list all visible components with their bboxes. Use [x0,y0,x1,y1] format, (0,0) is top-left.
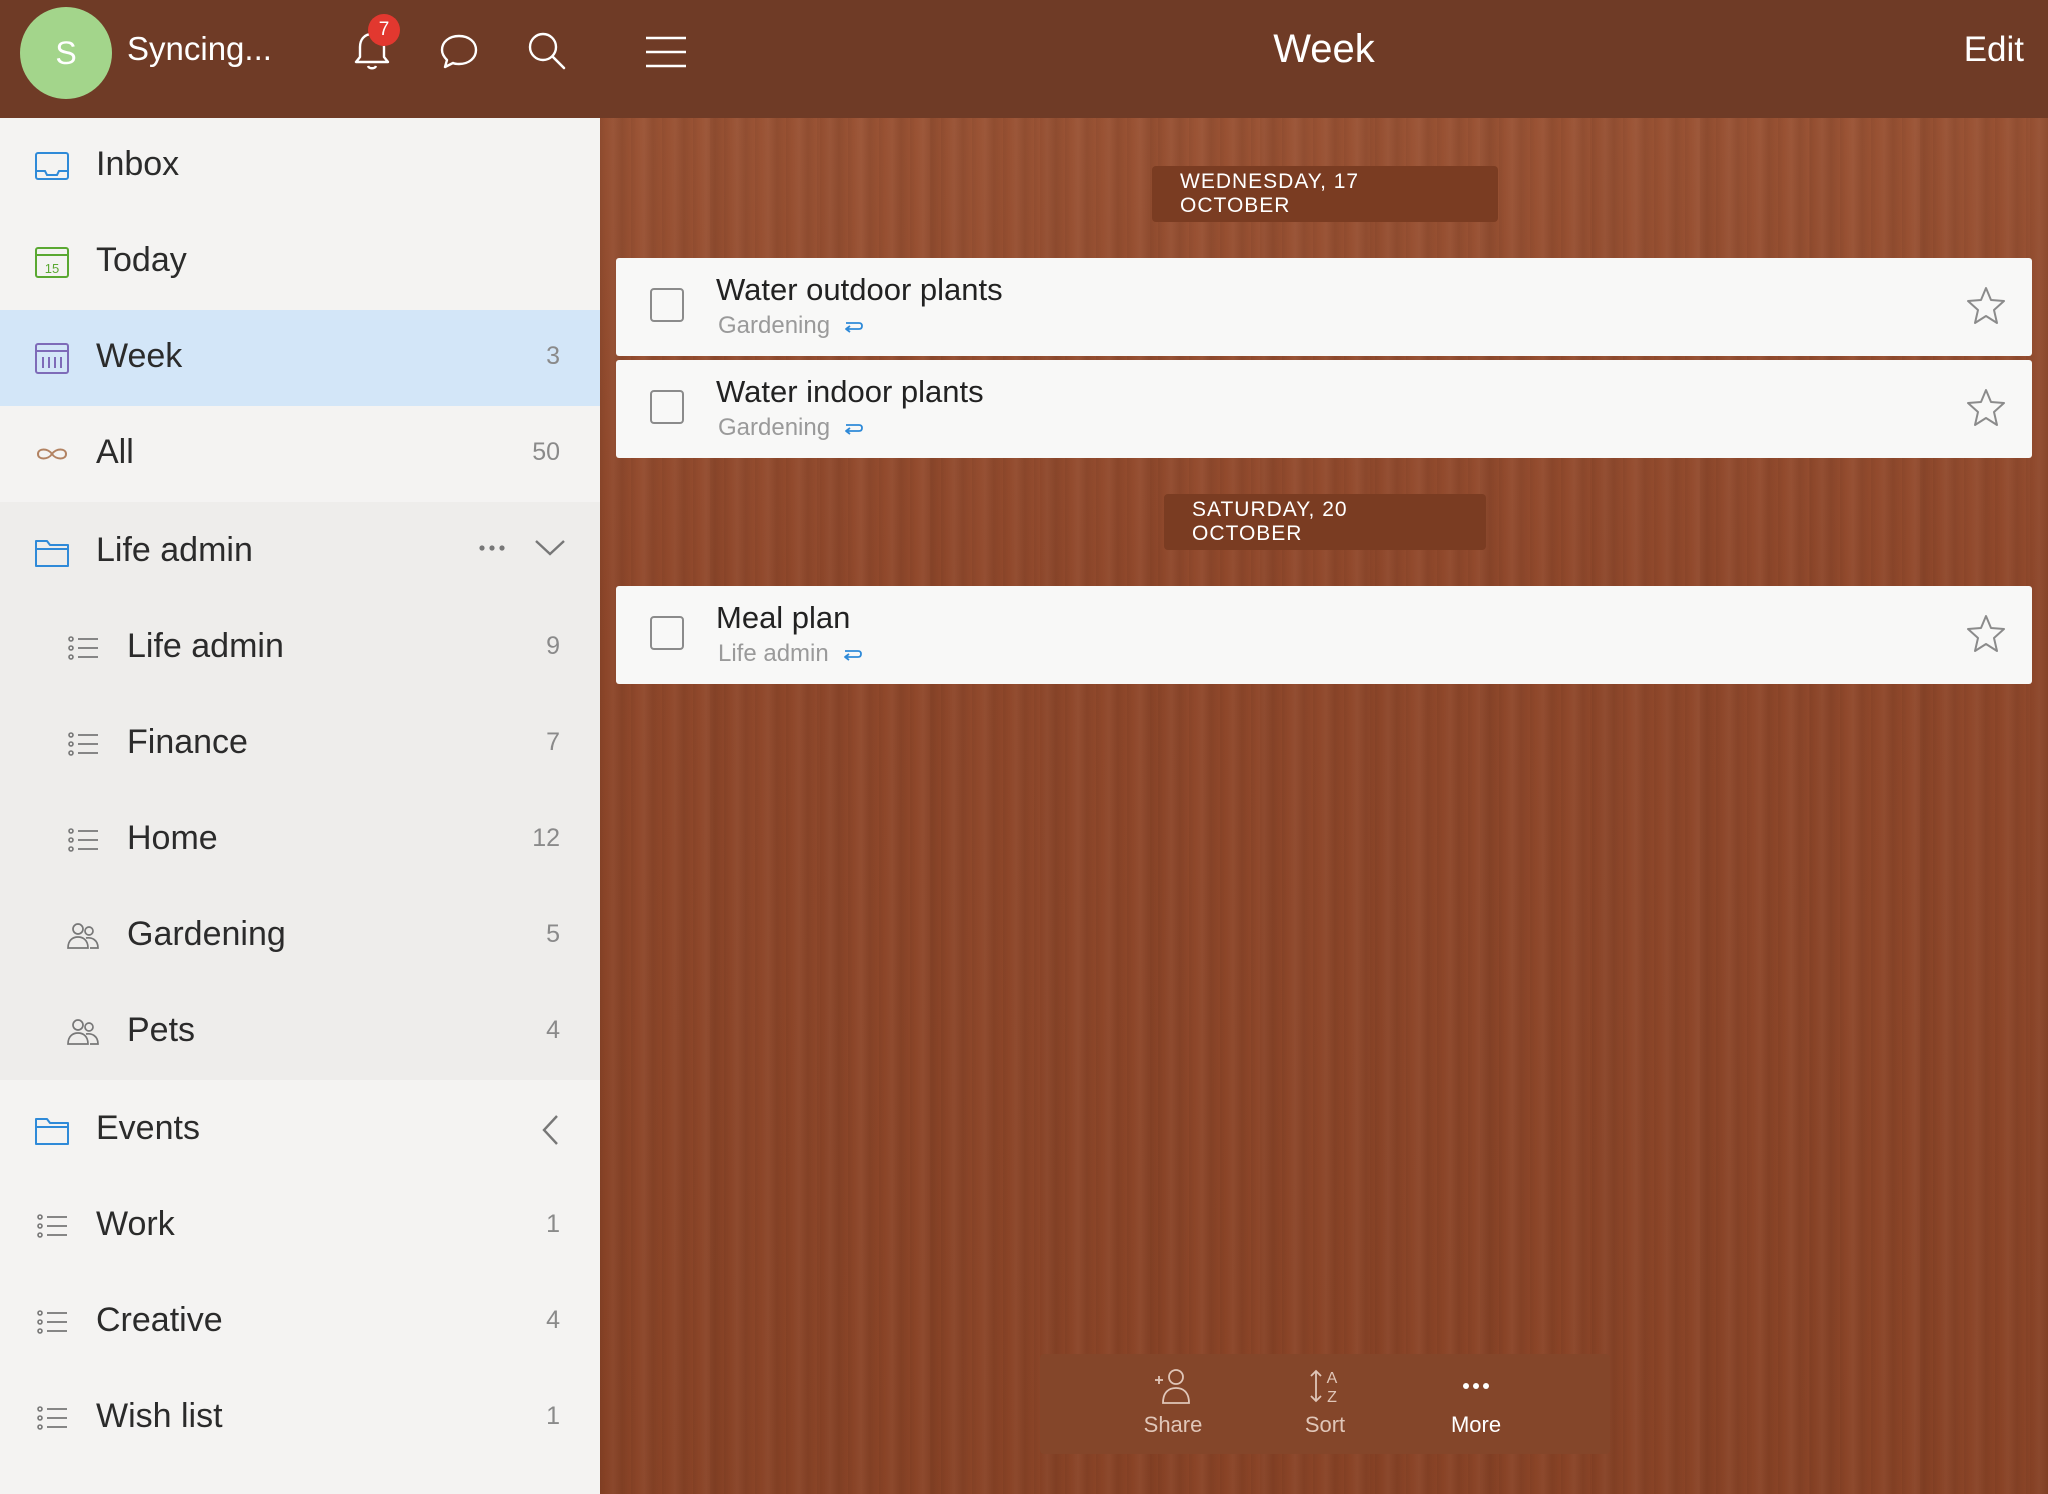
sidebar-item-label: Inbox [96,145,180,183]
task-list-name: Gardening [718,312,864,340]
item-count: 3 [546,342,560,370]
item-count: 9 [546,632,560,660]
task-checkbox[interactable] [650,616,684,650]
sidebar-item-label: Finance [127,723,248,761]
task-checkbox[interactable] [650,390,684,424]
notification-badge: 7 [368,14,400,46]
sidebar-item-label: Work [96,1205,175,1243]
repeat-icon [842,317,864,335]
sidebar-item-gardening[interactable]: Gardening 5 [0,888,600,984]
list-icon [64,725,102,763]
item-count: 4 [546,1306,560,1334]
sidebar-folder-life-admin[interactable]: Life admin [0,502,600,600]
sidebar-item-label: Creative [96,1301,223,1339]
sidebar-item-work[interactable]: Work 1 [0,1178,600,1274]
task-title: Meal plan [716,600,851,635]
more-options-icon[interactable] [474,530,510,571]
item-count: 12 [532,824,560,852]
task-row[interactable]: Water indoor plants Gardening [616,360,2032,458]
calendar-week-icon [33,339,71,377]
list-icon [33,1399,71,1437]
infinity-icon [33,435,71,473]
svg-text:15: 15 [45,261,59,276]
sidebar-item-wish-list[interactable]: Wish list 1 [0,1370,600,1466]
folder-icon [33,1111,71,1149]
star-icon[interactable] [1964,284,2008,328]
sidebar-folder-events[interactable]: Events [0,1082,600,1178]
task-list-name: Life admin [718,640,863,668]
task-title: Water outdoor plants [716,272,1003,307]
sidebar-item-pets[interactable]: Pets 4 [0,984,600,1080]
shared-list-icon [64,917,102,955]
star-icon[interactable] [1964,386,2008,430]
repeat-icon [841,645,863,663]
folder-icon [33,533,71,571]
more-label: More [1450,1412,1502,1437]
sidebar-item-finance[interactable]: Finance 7 [0,696,600,792]
sidebar-item-label: Pets [127,1011,196,1049]
task-title: Water indoor plants [716,374,984,409]
list-icon [64,821,102,859]
item-count: 5 [546,920,560,948]
sidebar-item-label: Week [96,337,183,375]
item-count: 50 [532,438,560,466]
svg-text:Z: Z [1327,1389,1337,1406]
task-checkbox[interactable] [650,288,684,322]
repeat-icon [842,419,864,437]
sidebar-item-today[interactable]: 15 Today [0,214,600,310]
sidebar-item-label: Life admin [96,531,253,569]
task-row[interactable]: Water outdoor plants Gardening [616,258,2032,356]
list-icon [33,1303,71,1341]
sidebar-item-all[interactable]: All 50 [0,406,600,502]
list-icon [33,1207,71,1245]
sync-status: Syncing... [127,30,272,67]
sidebar-item-week[interactable]: Week 3 [0,310,600,406]
date-header: WEDNESDAY, 17 OCTOBER [1152,166,1498,222]
sidebar-item-label: Events [96,1109,200,1147]
sidebar-item-inbox[interactable]: Inbox [0,118,600,214]
share-user-icon [1155,1369,1190,1404]
more-dots-icon [1463,1383,1489,1389]
main-content: Week Edit WEDNESDAY, 17 OCTOBER Water ou… [600,0,2048,1494]
bottom-toolbar: Share AZ Sort More [1040,1354,1610,1454]
chevron-left-icon[interactable] [532,1110,568,1155]
calendar-today-icon: 15 [33,243,71,281]
share-button[interactable]: Share [1098,1366,1248,1438]
sidebar-item-home[interactable]: Home 12 [0,792,600,888]
sidebar-item-life-admin-list[interactable]: Life admin 9 [0,600,600,696]
avatar[interactable]: S [20,7,112,99]
svg-text:A: A [1327,1370,1338,1387]
task-list-name: Gardening [718,414,864,442]
sidebar: S Syncing... 7 Inbox 15 Today Week 3 All… [0,0,600,1494]
item-count: 4 [546,1016,560,1044]
sidebar-item-label: Today [96,241,187,279]
main-header: Week Edit [600,0,2048,118]
chat-icon[interactable] [434,26,484,76]
sidebar-item-label: Home [127,819,218,857]
date-header: SATURDAY, 20 OCTOBER [1164,494,1486,550]
star-icon[interactable] [1964,612,2008,656]
sidebar-item-label: Life admin [127,627,284,665]
inbox-icon [33,147,71,185]
list-icon [64,629,102,667]
page-title: Week [1273,27,1375,71]
more-button[interactable]: More [1401,1366,1551,1438]
chevron-down-icon[interactable] [530,530,570,571]
item-count: 1 [546,1210,560,1238]
sort-button[interactable]: AZ Sort [1250,1366,1400,1438]
sidebar-item-label: Gardening [127,915,286,953]
task-row[interactable]: Meal plan Life admin [616,586,2032,684]
share-label: Share [1143,1412,1203,1437]
sidebar-item-label: Wish list [96,1397,223,1435]
shared-list-icon [64,1013,102,1051]
search-icon[interactable] [522,26,572,76]
edit-button[interactable]: Edit [1964,30,2024,70]
item-count: 1 [546,1402,560,1430]
sidebar-item-label: All [96,433,134,471]
item-count: 7 [546,728,560,756]
sidebar-item-creative[interactable]: Creative 4 [0,1274,600,1370]
sort-icon: AZ [1310,1369,1338,1406]
sidebar-header: S Syncing... 7 [0,0,600,118]
sort-label: Sort [1304,1412,1346,1437]
